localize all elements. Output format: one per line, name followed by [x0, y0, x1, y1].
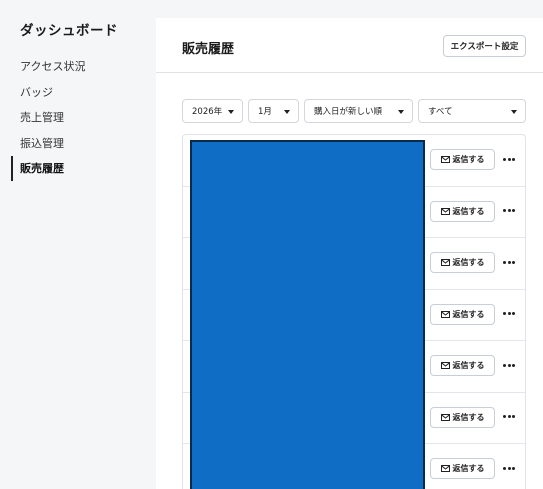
- month-select[interactable]: 1月: [248, 99, 299, 123]
- reply-button[interactable]: 返信する: [430, 149, 495, 170]
- sort-select[interactable]: 購入日が新しい順: [304, 99, 413, 123]
- reply-button-label: 返信する: [452, 361, 485, 370]
- more-horizontal-icon[interactable]: [501, 256, 517, 268]
- more-horizontal-icon[interactable]: [501, 462, 517, 474]
- more-horizontal-icon[interactable]: [501, 411, 517, 423]
- more-horizontal-icon[interactable]: [501, 153, 517, 165]
- status-select-value: すべて: [428, 107, 453, 117]
- year-select[interactable]: 2026年: [182, 99, 243, 123]
- sidebar-item-badge[interactable]: バッジ: [0, 80, 156, 106]
- sidebar: ダッシュボード アクセス状況 バッジ 売上管理 振込管理 販売履歴: [0, 0, 156, 489]
- reply-button-label: 返信する: [452, 464, 485, 473]
- reply-button-label: 返信する: [452, 258, 485, 267]
- status-select[interactable]: すべて: [418, 99, 526, 123]
- sidebar-nav: アクセス状況 バッジ 売上管理 振込管理 販売履歴: [0, 54, 156, 182]
- mail-icon: [440, 310, 450, 318]
- sidebar-item-access[interactable]: アクセス状況: [0, 54, 156, 80]
- reply-button[interactable]: 返信する: [430, 406, 495, 428]
- chevron-down-icon: [228, 110, 234, 114]
- sidebar-item-transfer[interactable]: 振込管理: [0, 131, 156, 157]
- reply-button-label: 返信する: [452, 412, 485, 422]
- more-horizontal-icon[interactable]: [501, 205, 517, 217]
- year-select-value: 2026年: [192, 107, 223, 117]
- reply-button[interactable]: 返信する: [430, 303, 495, 325]
- reply-button[interactable]: 返信する: [430, 458, 495, 479]
- page-title: 販売履歴: [182, 42, 235, 57]
- reply-button-label: 返信する: [452, 309, 485, 319]
- reply-button[interactable]: 返信する: [430, 252, 495, 273]
- mail-icon: [440, 465, 450, 472]
- month-select-value: 1月: [258, 107, 272, 117]
- export-settings-button[interactable]: エクスポート設定: [443, 35, 526, 57]
- reply-button[interactable]: 返信する: [430, 200, 495, 222]
- mail-icon: [440, 207, 450, 215]
- mail-icon: [440, 362, 450, 369]
- chevron-down-icon: [398, 110, 404, 114]
- chevron-down-icon: [511, 110, 517, 114]
- sidebar-item-sales[interactable]: 売上管理: [0, 105, 156, 131]
- reply-button-label: 返信する: [452, 155, 485, 164]
- reply-button[interactable]: 返信する: [430, 355, 495, 376]
- redacted-content-block: [190, 140, 425, 489]
- mail-icon: [440, 156, 450, 163]
- more-horizontal-icon[interactable]: [501, 308, 517, 320]
- mail-icon: [440, 413, 450, 421]
- mail-icon: [440, 259, 450, 266]
- more-horizontal-icon[interactable]: [501, 359, 517, 371]
- reply-button-label: 返信する: [452, 206, 485, 216]
- main-panel: 販売履歴 エクスポート設定 2026年 1月 購入日が新しい順 すべて 返信する: [156, 18, 543, 489]
- page-header: 販売履歴 エクスポート設定: [156, 18, 543, 73]
- sort-select-value: 購入日が新しい順: [314, 107, 383, 117]
- sales-history-list: 返信する 返信する 返信する 返信する 返信する 返信する 返信する: [182, 134, 526, 489]
- sidebar-item-sales-history[interactable]: 販売履歴: [0, 156, 156, 182]
- chevron-down-icon: [284, 110, 290, 114]
- sidebar-title: ダッシュボード: [20, 23, 118, 39]
